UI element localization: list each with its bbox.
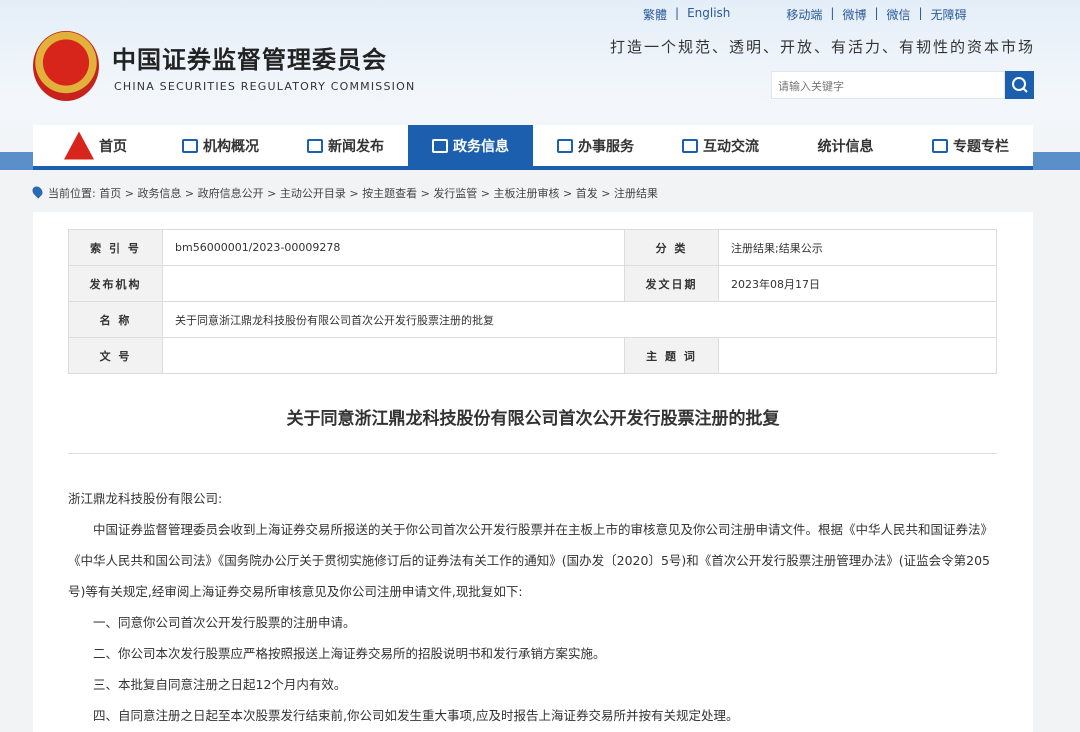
docno-label: 文 号 bbox=[68, 337, 163, 374]
category-label: 分 类 bbox=[624, 229, 719, 266]
search-input[interactable]: 请输入关键字 bbox=[771, 71, 1005, 99]
link-traditional[interactable]: 繁體 bbox=[643, 6, 667, 23]
item: 一、同意你公司首次公开发行股票的注册申请。 bbox=[93, 615, 356, 630]
article-title: 关于同意浙江鼎龙科技股份有限公司首次公开发行股票注册的批复 bbox=[286, 409, 780, 429]
document-icon bbox=[557, 138, 573, 153]
nav-statistics[interactable]: 统计信息 bbox=[783, 125, 908, 166]
crumb-item[interactable]: 发行监管 bbox=[433, 187, 477, 200]
name-value: 关于同意浙江鼎龙科技股份有限公司首次公开发行股票注册的批复 bbox=[162, 301, 997, 338]
paragraph: 中国证券监督管理委员会收到上海证券交易所报送的关于你公司首次公开发行股票并在主板… bbox=[68, 522, 994, 599]
news-icon bbox=[307, 138, 323, 153]
issuer-value bbox=[162, 265, 625, 302]
crumb-item[interactable]: 注册结果 bbox=[614, 187, 658, 200]
link-wechat[interactable]: 微信 bbox=[887, 6, 911, 23]
name-label: 名 称 bbox=[68, 301, 163, 338]
salutation: 浙江鼎龙科技股份有限公司: bbox=[68, 491, 223, 506]
docno-value bbox=[162, 337, 625, 374]
article-body: 浙江鼎龙科技股份有限公司: 中国证券监督管理委员会收到上海证券交易所报送的关于你… bbox=[68, 483, 1003, 731]
item: 二、你公司本次发行股票应严格按照报送上海证券交易所的招股说明书和发行承销方案实施… bbox=[93, 646, 606, 661]
meta-table: 索 引 号 bm56000001/2023-00009278 分 类注册结果;结果公… bbox=[68, 229, 997, 374]
nav-home[interactable]: 首页 bbox=[33, 125, 158, 166]
nav-gov-info[interactable]: 政务信息 bbox=[408, 125, 533, 166]
chat-icon bbox=[682, 138, 698, 153]
crumb-item[interactable]: 首页 bbox=[99, 187, 121, 200]
link-accessibility[interactable]: 无障碍 bbox=[931, 6, 967, 23]
date-value: 2023年08月17日 bbox=[718, 265, 997, 302]
date-label: 发文日期 bbox=[624, 265, 719, 302]
slogan: 打造一个规范、透明、开放、有活力、有韧性的资本市场 bbox=[610, 38, 1036, 56]
top-links: 繁體 | English 移动端 | 微博 | 微信 | 无障碍 bbox=[643, 6, 967, 23]
link-english[interactable]: English bbox=[687, 6, 730, 23]
subject-label: 主 题 词 bbox=[624, 337, 719, 374]
nav-services[interactable]: 办事服务 bbox=[533, 125, 658, 166]
index-label: 索 引 号 bbox=[68, 229, 163, 266]
nav-interaction[interactable]: 互动交流 bbox=[658, 125, 783, 166]
crumb-item[interactable]: 主动公开目录 bbox=[280, 187, 346, 200]
index-value: bm56000001/2023-00009278 bbox=[162, 229, 625, 266]
crumb-item[interactable]: 政府信息公开 bbox=[198, 187, 264, 200]
national-emblem-logo bbox=[33, 31, 99, 101]
item: 三、本批复自同意注册之日起12个月内有效。 bbox=[93, 677, 347, 692]
search-icon bbox=[1011, 77, 1028, 93]
link-mobile[interactable]: 移动端 bbox=[786, 6, 822, 23]
breadcrumb: 当前位置: 首页 > 政务信息 > 政府信息公开 > 主动公开目录 > 按主题查… bbox=[30, 184, 658, 201]
institution-icon bbox=[182, 138, 198, 153]
search-button[interactable] bbox=[1005, 71, 1034, 99]
issuer-label: 发布机构 bbox=[68, 265, 163, 302]
nav-about[interactable]: 机构概况 bbox=[158, 125, 283, 166]
crumb-item[interactable]: 政务信息 bbox=[137, 187, 181, 200]
crumb-item[interactable]: 首发 bbox=[576, 187, 598, 200]
subject-value bbox=[718, 337, 997, 374]
crumb-item[interactable]: 按主题查看 bbox=[362, 187, 417, 200]
content-panel: 索 引 号 bm56000001/2023-00009278 分 类注册结果;结果公… bbox=[33, 212, 1033, 732]
category-value: 注册结果;结果公示 bbox=[718, 229, 997, 266]
topic-icon bbox=[932, 138, 948, 153]
link-weibo[interactable]: 微博 bbox=[842, 6, 866, 23]
nav-topics[interactable]: 专题专栏 bbox=[908, 125, 1033, 166]
crumb-item[interactable]: 主板注册审核 bbox=[494, 187, 560, 200]
org-name-cn: 中国证券监督管理委员会 bbox=[112, 46, 387, 74]
monitor-icon bbox=[432, 138, 448, 153]
home-logo-icon bbox=[64, 131, 94, 160]
location-pin-icon bbox=[30, 184, 45, 199]
org-name-en: CHINA SECURITIES REGULATORY COMMISSION bbox=[114, 80, 416, 93]
nav-news[interactable]: 新闻发布 bbox=[283, 125, 408, 166]
divider bbox=[68, 453, 997, 454]
main-nav: 首页 机构概况 新闻发布 政务信息 办事服务 互动交流 统计信息 专题专栏 bbox=[33, 125, 1033, 170]
